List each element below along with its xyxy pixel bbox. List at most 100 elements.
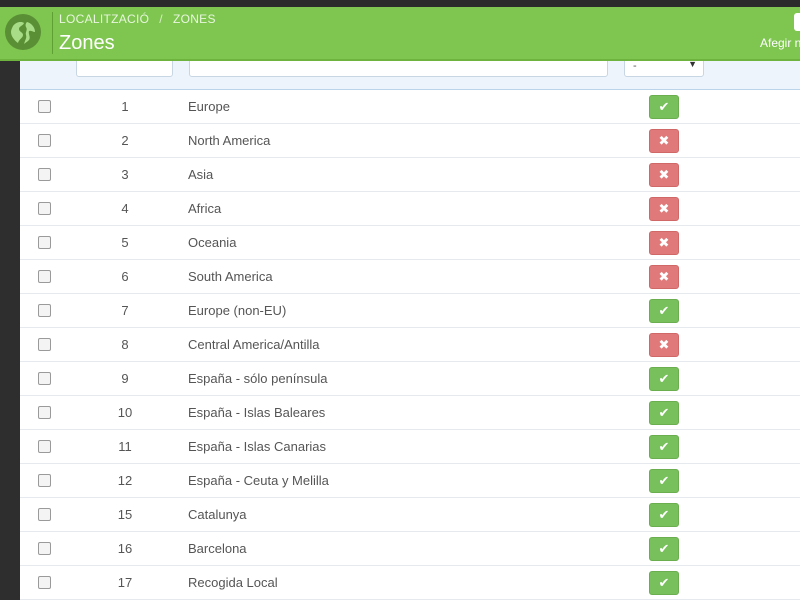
row-checkbox[interactable] — [38, 168, 51, 181]
check-icon: ✔ — [658, 473, 670, 488]
status-enabled-button[interactable]: ✔ — [649, 299, 679, 323]
check-icon: ✔ — [658, 439, 670, 454]
zone-name: Asia — [188, 167, 214, 182]
row-checkbox[interactable] — [38, 270, 51, 283]
table-row[interactable]: 11 España - Islas Canarias ✔ — [20, 430, 800, 464]
row-checkbox[interactable] — [38, 372, 51, 385]
breadcrumb-separator: / — [159, 12, 163, 26]
row-checkbox[interactable] — [38, 440, 51, 453]
zone-id: 2 — [121, 133, 129, 148]
table-row[interactable]: 3 Asia ✖ — [20, 158, 800, 192]
check-icon: ✔ — [658, 99, 670, 114]
zone-id: 3 — [121, 167, 129, 182]
table-row[interactable]: 12 España - Ceuta y Melilla ✔ — [20, 464, 800, 498]
status-enabled-button[interactable]: ✔ — [649, 537, 679, 561]
row-checkbox[interactable] — [38, 236, 51, 249]
zones-table: - ▼ 1 Europe ✔ 2 North America ✖ 3 Asia ✖ 4 Africa… — [20, 61, 800, 600]
row-checkbox[interactable] — [38, 202, 51, 215]
table-row[interactable]: 8 Central America/Antilla ✖ — [20, 328, 800, 362]
name-filter-input[interactable] — [189, 61, 608, 77]
zone-name: España - sólo península — [188, 371, 328, 386]
row-checkbox[interactable] — [38, 576, 51, 589]
zone-id: 7 — [121, 303, 129, 318]
status-disabled-button[interactable]: ✖ — [649, 231, 679, 255]
table-row[interactable]: 4 Africa ✖ — [20, 192, 800, 226]
status-enabled-button[interactable]: ✔ — [649, 435, 679, 459]
zone-name: Europe — [188, 99, 230, 114]
zone-id: 10 — [117, 405, 133, 420]
check-icon: ✔ — [658, 507, 670, 522]
table-row[interactable]: 6 South America ✖ — [20, 260, 800, 294]
table-row[interactable]: 1 Europe ✔ — [20, 90, 800, 124]
status-disabled-button[interactable]: ✖ — [649, 333, 679, 357]
status-filter-select[interactable]: - ▼ — [624, 61, 704, 77]
row-checkbox[interactable] — [38, 542, 51, 555]
status-disabled-button[interactable]: ✖ — [649, 265, 679, 289]
status-enabled-button[interactable]: ✔ — [649, 401, 679, 425]
zone-id: 16 — [117, 541, 133, 556]
table-row[interactable]: 5 Oceania ✖ — [20, 226, 800, 260]
row-checkbox[interactable] — [38, 304, 51, 317]
table-row[interactable]: 17 Recogida Local ✔ — [20, 566, 800, 600]
check-icon: ✔ — [658, 541, 670, 556]
cross-icon: ✖ — [658, 269, 670, 284]
cross-icon: ✖ — [658, 235, 670, 250]
zone-id: 9 — [121, 371, 129, 386]
caret-down-icon: ▼ — [688, 61, 697, 69]
table-row[interactable]: 9 España - sólo península ✔ — [20, 362, 800, 396]
row-checkbox[interactable] — [38, 134, 51, 147]
breadcrumb-item-zones[interactable]: ZONES — [173, 12, 216, 26]
zone-name: Catalunya — [188, 507, 247, 522]
status-enabled-button[interactable]: ✔ — [649, 95, 679, 119]
row-checkbox[interactable] — [38, 474, 51, 487]
status-disabled-button[interactable]: ✖ — [649, 163, 679, 187]
row-checkbox[interactable] — [38, 338, 51, 351]
status-enabled-button[interactable]: ✔ — [649, 571, 679, 595]
row-checkbox[interactable] — [38, 100, 51, 113]
table-row[interactable]: 15 Catalunya ✔ — [20, 498, 800, 532]
id-filter-input[interactable] — [76, 61, 173, 77]
check-icon: ✔ — [658, 575, 670, 590]
status-filter-value: - — [633, 61, 637, 72]
status-enabled-button[interactable]: ✔ — [649, 367, 679, 391]
zone-id: 4 — [121, 201, 129, 216]
add-new-button[interactable]: Afegir n — [760, 36, 800, 50]
cross-icon: ✖ — [658, 133, 670, 148]
zone-name: Europe (non-EU) — [188, 303, 287, 318]
zone-name: Recogida Local — [188, 575, 278, 590]
header-divider — [52, 12, 53, 54]
zone-name: España - Ceuta y Melilla — [188, 473, 329, 488]
table-row[interactable]: 7 Europe (non-EU) ✔ — [20, 294, 800, 328]
zone-name: España - Islas Baleares — [188, 405, 326, 420]
zone-id: 11 — [118, 439, 132, 454]
zone-name: Oceania — [188, 235, 237, 250]
status-disabled-button[interactable]: ✖ — [649, 197, 679, 221]
zone-name: Africa — [188, 201, 222, 216]
zone-id: 17 — [117, 575, 133, 590]
zone-id: 8 — [121, 337, 129, 352]
check-icon: ✔ — [658, 303, 670, 318]
zone-name: North America — [188, 133, 271, 148]
status-enabled-button[interactable]: ✔ — [649, 469, 679, 493]
add-icon[interactable] — [794, 13, 800, 31]
breadcrumb-item-localitzacio[interactable]: LOCALITZACIÓ — [59, 12, 149, 26]
row-checkbox[interactable] — [38, 508, 51, 521]
zone-name: Barcelona — [188, 541, 247, 556]
table-row[interactable]: 16 Barcelona ✔ — [20, 532, 800, 566]
page-header: LOCALITZACIÓ / ZONES Zones Afegir n — [0, 7, 800, 61]
zone-name: España - Islas Canarias — [188, 439, 327, 454]
table-row[interactable]: 10 España - Islas Baleares ✔ — [20, 396, 800, 430]
status-disabled-button[interactable]: ✖ — [649, 129, 679, 153]
check-icon: ✔ — [658, 371, 670, 386]
zone-name: South America — [188, 269, 273, 284]
zone-name: Central America/Antilla — [188, 337, 320, 352]
table-row[interactable]: 2 North America ✖ — [20, 124, 800, 158]
zone-id: 6 — [121, 269, 129, 284]
zone-id: 1 — [121, 99, 129, 114]
breadcrumb: LOCALITZACIÓ / ZONES — [59, 12, 216, 26]
top-strip — [0, 0, 800, 7]
globe-icon[interactable] — [4, 13, 42, 51]
zone-id: 5 — [121, 235, 129, 250]
status-enabled-button[interactable]: ✔ — [649, 503, 679, 527]
row-checkbox[interactable] — [38, 406, 51, 419]
